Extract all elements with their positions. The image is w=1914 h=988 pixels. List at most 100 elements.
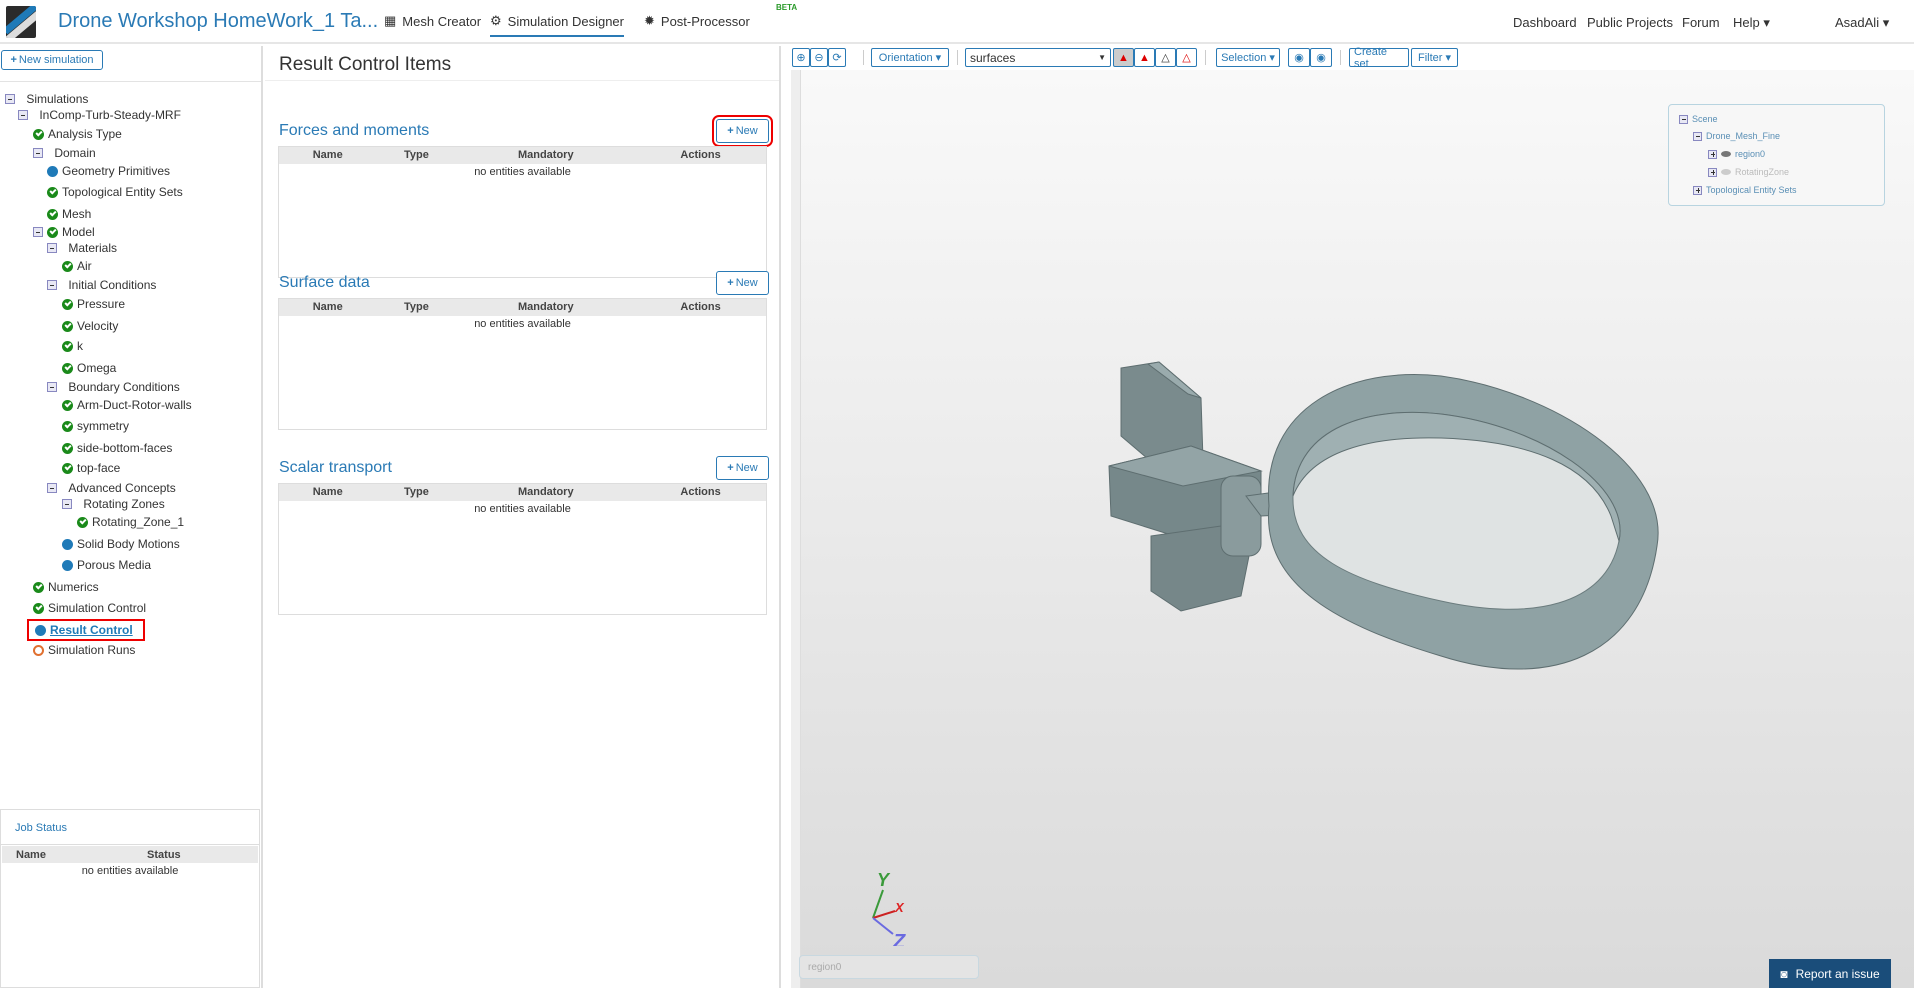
tree-item[interactable]: InComp-Turb-Steady-MRF (18, 108, 181, 122)
tree-item[interactable]: Arm-Duct-Rotor-walls (62, 398, 192, 412)
user-menu[interactable]: AsadAli ▾ (1835, 15, 1889, 31)
report-issue-button[interactable]: ◙ Report an issue (1769, 959, 1891, 988)
scene-mesh[interactable]: Drone_Mesh_Fine (1693, 131, 1780, 141)
scene-root[interactable]: Scene (1679, 114, 1718, 124)
check-circle-icon (62, 442, 73, 454)
axis-y-label: Y (877, 870, 891, 890)
logo[interactable] (6, 6, 36, 38)
check-circle-icon (47, 226, 58, 238)
tree-item[interactable]: Simulation Runs (33, 643, 135, 657)
new-item-button[interactable]: + New (716, 271, 769, 295)
tree-item-label: Mesh (62, 207, 92, 221)
tree-item-label: top-face (77, 461, 121, 475)
tree-item-label: Initial Conditions (68, 278, 157, 292)
section-title: Forces and moments (279, 122, 430, 139)
new-item-button[interactable]: + New (712, 115, 773, 147)
tree-item[interactable]: Analysis Type (33, 127, 122, 141)
plus-icon: + (10, 54, 17, 66)
expand-icon[interactable] (1693, 185, 1702, 195)
tree-item-label: symmetry (77, 419, 129, 433)
tree-item[interactable]: Velocity (62, 319, 118, 333)
collapse-icon[interactable] (5, 94, 15, 104)
nav-dashboard[interactable]: Dashboard (1513, 15, 1577, 30)
collapse-icon[interactable] (47, 382, 57, 392)
column-header: Name (278, 146, 377, 164)
scene-topological-sets[interactable]: Topological Entity Sets (1693, 185, 1797, 195)
top-navbar: Drone Workshop HomeWork_1 Ta... ▦ Mesh Cr… (0, 0, 1914, 44)
expand-icon[interactable] (1708, 149, 1717, 159)
collapse-icon[interactable] (33, 227, 43, 237)
scene-rotatingzone[interactable]: RotatingZone (1708, 167, 1789, 177)
tree-item-label: Materials (68, 241, 118, 255)
tree-item[interactable]: Rotating Zones (62, 497, 165, 511)
tree-item[interactable]: Air (62, 259, 92, 273)
tree-item[interactable]: side-bottom-faces (62, 441, 172, 455)
column-header: Name (278, 298, 377, 316)
tree-item[interactable]: Mesh (47, 207, 91, 221)
tree-item[interactable]: Solid Body Motions (62, 537, 180, 551)
tree-item-label: Geometry Primitives (62, 164, 171, 178)
tree-item[interactable]: Pressure (62, 297, 125, 311)
items-table: Name Type Mandatory Actions no entities avai… (278, 483, 767, 615)
tree-item-label: Numerics (48, 580, 99, 594)
nav-post-processor[interactable]: ✹ Post-Processor (644, 13, 750, 29)
new-simulation-button[interactable]: + New simulation (1, 50, 103, 70)
column-header: Type (376, 298, 457, 316)
tree-item[interactable]: Model (33, 225, 95, 239)
tree-item[interactable]: k (62, 339, 83, 353)
tree-item-label: Topological Entity Sets (62, 185, 183, 199)
selected-entities-box[interactable]: region0 (799, 955, 979, 979)
nav-simulation-designer[interactable]: ⚙ Simulation Designer (490, 13, 624, 37)
collapse-icon[interactable] (18, 110, 28, 120)
nav-mesh-creator[interactable]: ▦ Mesh Creator (384, 13, 481, 29)
col-name: Name (2, 846, 148, 863)
tree-item[interactable]: Materials (47, 241, 117, 255)
nav-public-projects[interactable]: Public Projects (1587, 15, 1673, 30)
nav-forum[interactable]: Forum (1682, 15, 1720, 30)
tree-item-label: Air (77, 259, 92, 273)
plus-icon: + (727, 125, 734, 137)
plus-icon: + (727, 462, 734, 474)
eye-icon[interactable] (1721, 169, 1731, 175)
camera-icon: ◙ (1780, 966, 1788, 981)
tree-item[interactable]: top-face (62, 461, 120, 475)
expand-icon[interactable] (1708, 167, 1717, 177)
collapse-icon[interactable] (47, 483, 57, 493)
tree-item[interactable]: Advanced Concepts (47, 481, 176, 495)
collapse-icon[interactable] (47, 280, 57, 290)
tree-item[interactable]: Boundary Conditions (47, 380, 180, 394)
tree-item[interactable]: Simulations (5, 92, 88, 106)
collapse-icon[interactable] (33, 148, 43, 158)
tree-item-label: Simulation Control (48, 601, 147, 615)
tree-item[interactable]: symmetry (62, 419, 129, 433)
section-title: Scalar transport (279, 459, 392, 476)
new-item-button[interactable]: + New (716, 456, 769, 480)
tree-item-label: Arm-Duct-Rotor-walls (77, 398, 192, 412)
tree-item[interactable]: Initial Conditions (47, 278, 156, 292)
tree-item-result-control[interactable]: Result Control (27, 619, 145, 641)
tree-item[interactable]: Topological Entity Sets (47, 185, 183, 199)
collapse-icon[interactable] (47, 243, 57, 253)
project-title[interactable]: Drone Workshop HomeWork_1 Ta... (58, 10, 378, 33)
tree-item[interactable]: Geometry Primitives (47, 164, 170, 178)
nav-help[interactable]: Help ▾ (1733, 15, 1770, 31)
tree-item[interactable]: Simulation Control (33, 601, 146, 615)
column-header: Type (376, 483, 457, 501)
check-circle-icon (62, 298, 73, 310)
tree-item[interactable]: Domain (33, 146, 96, 160)
tree-item[interactable]: Omega (62, 361, 116, 375)
tree-item-label: Advanced Concepts (68, 481, 176, 495)
tree-item-label: Domain (54, 146, 96, 160)
tree-item-label: side-bottom-faces (77, 441, 173, 455)
tree-item[interactable]: Rotating_Zone_1 (77, 515, 184, 529)
tree-item[interactable]: Numerics (33, 580, 99, 594)
eye-icon[interactable] (1721, 151, 1731, 157)
tree-item[interactable]: Porous Media (62, 558, 151, 572)
gears-icon: ⚙ (490, 13, 502, 28)
collapse-icon[interactable] (62, 499, 72, 509)
3d-viewer[interactable]: ⊕ ⊖ ⟳ Orientation ▾ surfaces ▼ ▲ ▲ △ △ Se… (791, 46, 1914, 988)
scene-region0[interactable]: region0 (1708, 149, 1765, 159)
cog-icon: ✹ (644, 13, 655, 28)
collapse-icon[interactable] (1679, 114, 1688, 124)
collapse-icon[interactable] (1693, 131, 1702, 141)
